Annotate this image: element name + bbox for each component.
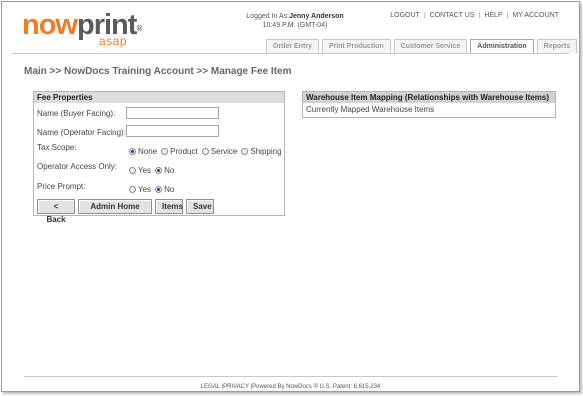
fee-properties-title: Fee Properties (34, 92, 284, 103)
price-prompt-no-label: No (164, 185, 175, 194)
items-button[interactable]: Items (155, 199, 183, 214)
separator: | (478, 12, 481, 19)
breadcrumb: Main >> NowDocs Training Account >> Mana… (24, 66, 292, 77)
operator-name-label: Name (Operator Facing): (37, 128, 126, 137)
price-prompt-no-radio[interactable] (155, 186, 163, 193)
buyer-name-input[interactable] (126, 107, 219, 119)
legal-link[interactable]: LEGAL (201, 384, 220, 390)
app-window: nowprint® asap Logged In As:Jenny Anders… (1, 1, 580, 392)
help-link[interactable]: HELP (484, 12, 502, 19)
tax-product-radio[interactable] (161, 148, 169, 155)
footer-divider (24, 376, 557, 377)
nowprint-logo[interactable]: nowprint® asap (22, 9, 142, 48)
fee-properties-panel: Fee Properties Name (Buyer Facing): Name… (33, 91, 286, 224)
logo-now: now (22, 9, 78, 41)
tax-none-radio[interactable] (129, 148, 136, 155)
operator-name-input[interactable] (126, 125, 219, 137)
warehouse-mapping-panel: Warehouse Item Mapping (Relationships wi… (302, 91, 556, 118)
contact-us-link[interactable]: CONTACT US (430, 12, 475, 19)
tab-customer-service[interactable]: Customer Service (393, 39, 468, 53)
user-name: Jenny Anderson (289, 13, 344, 20)
warehouse-mapping-title: Warehouse Item Mapping (Relationships wi… (303, 92, 555, 103)
admin-home-button[interactable]: Admin Home (78, 199, 152, 214)
separator: | (506, 12, 509, 19)
save-button[interactable]: Save (186, 199, 214, 214)
logout-link[interactable]: LOGOUT (390, 12, 420, 19)
price-prompt-yes-label: Yes (138, 185, 152, 194)
main-tabs: Order Entry Print Production Customer Se… (266, 39, 578, 53)
tax-none-label: None (138, 147, 158, 156)
tax-service-label: Service (210, 147, 238, 156)
price-prompt-yes-radio[interactable] (129, 186, 136, 193)
tab-order-entry[interactable]: Order Entry (266, 39, 319, 53)
tax-scope-label: Tax Scope: (37, 143, 77, 152)
mapped-items-label: Currently Mapped Warehouse Items (306, 105, 435, 114)
tab-reports[interactable]: Reports (536, 39, 578, 53)
tab-administration[interactable]: Administration (470, 39, 534, 53)
logo-sub: asap (99, 34, 128, 48)
tax-scope-radio-group: None Product Service Shipping (129, 147, 286, 156)
footer: LEGAL |PRIVACY |Powered By NowDocs ® U.S… (2, 384, 579, 390)
tax-shipping-radio[interactable] (241, 148, 249, 155)
tax-shipping-label: Shipping (250, 147, 282, 156)
operator-access-yes-label: Yes (138, 166, 152, 175)
fee-button-row: < Back Admin Home Items Save (37, 199, 214, 224)
logo-trademark: ® (136, 24, 142, 33)
back-button[interactable]: < Back (37, 199, 75, 224)
top-links: LOGOUT | CONTACT US | HELP | MY ACCOUNT (390, 12, 559, 19)
logged-in-prefix: Logged In As: (246, 13, 290, 20)
powered-by-text: Powered By NowDocs ® U.S. Patent: 6,615,… (252, 384, 381, 390)
operator-access-no-label: No (164, 166, 175, 175)
tab-print-production[interactable]: Print Production (321, 39, 391, 53)
tab-divider (12, 53, 569, 54)
operator-access-label: Operator Access Only: (37, 162, 118, 171)
price-prompt-label: Price Prompt: (37, 182, 86, 191)
separator: | (423, 12, 426, 19)
operator-access-no-radio[interactable] (155, 167, 163, 174)
user-info: Logged In As:Jenny Anderson 10:49 P.M. (… (235, 12, 355, 30)
operator-access-radio-group: Yes No (129, 166, 178, 175)
tax-service-radio[interactable] (201, 148, 209, 155)
my-account-link[interactable]: MY ACCOUNT (512, 12, 559, 19)
tax-product-label: Product (170, 147, 198, 156)
privacy-link[interactable]: PRIVACY (223, 384, 249, 390)
buyer-name-label: Name (Buyer Facing): (37, 109, 116, 118)
user-time: 10:49 P.M. (GMT-04) (262, 22, 328, 29)
operator-access-yes-radio[interactable] (129, 167, 136, 174)
price-prompt-radio-group: Yes No (129, 185, 178, 194)
